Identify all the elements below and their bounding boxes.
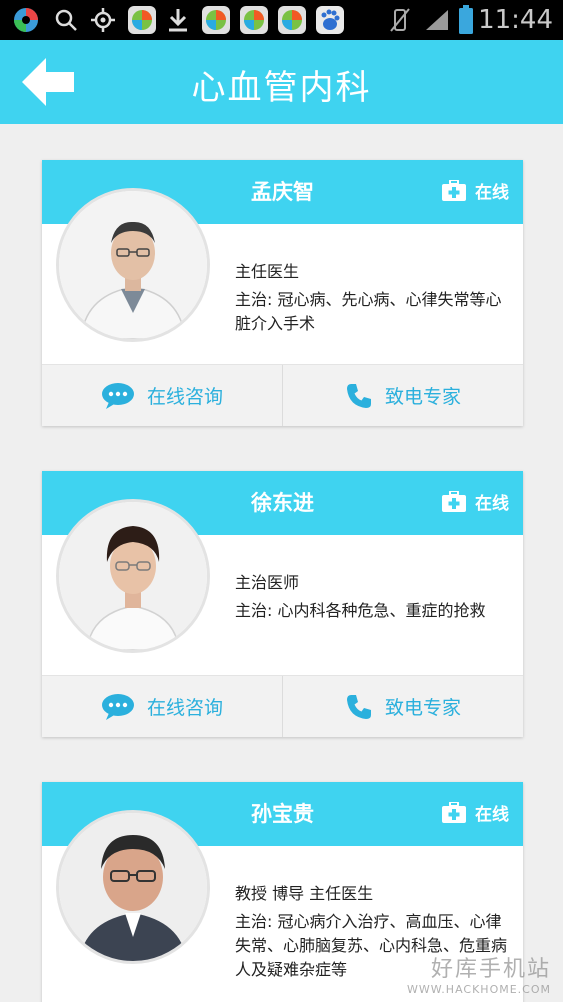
avatar [56, 499, 210, 653]
doctor-photo [59, 813, 207, 961]
medical-kit-icon [442, 490, 466, 512]
status-label: 在线 [475, 183, 509, 203]
doctor-specialty: 主治: 冠心病、先心病、心律失常等心脏介入手术 [235, 290, 502, 333]
app-pinwheel-icon [14, 8, 38, 32]
online-consult-button[interactable]: 在线咨询 [42, 676, 282, 737]
phone-icon [346, 694, 371, 719]
doctor-title: 主治医师 [235, 573, 300, 592]
status-label: 在线 [475, 805, 509, 825]
download-icon [169, 9, 187, 32]
battery-icon [459, 5, 473, 34]
doctor-photo [59, 191, 207, 339]
call-label: 致电专家 [384, 697, 461, 719]
online-consult-button[interactable]: 在线咨询 [42, 365, 282, 426]
watermark-text: 好库手机站 [430, 957, 551, 982]
card-actions: 在线咨询 致电专家 [42, 675, 523, 737]
medical-kit-icon [442, 179, 466, 201]
phone-icon [346, 383, 371, 408]
app-store-icon [240, 6, 268, 34]
page-title: 心血管内科 [191, 68, 372, 108]
chat-bubble-icon [101, 693, 134, 720]
avatar [56, 810, 210, 964]
doctor-photo [59, 502, 207, 650]
card-actions: 在线咨询 致电专家 [42, 364, 523, 426]
avatar [56, 188, 210, 342]
doctor-title: 主任医生 [235, 262, 300, 281]
signal-icon [426, 10, 448, 30]
baidu-icon [316, 6, 344, 34]
app-store-icon [202, 6, 230, 34]
call-expert-button[interactable]: 致电专家 [282, 365, 523, 426]
doctor-specialty: 主治: 心内科各种危急、重症的抢救 [235, 601, 486, 620]
consult-label: 在线咨询 [146, 386, 223, 408]
call-label: 致电专家 [384, 386, 461, 408]
app-store-icon [128, 6, 156, 34]
medical-kit-icon [442, 801, 466, 823]
watermark: 好库手机站 WWW.HACKHOME.COM [407, 951, 551, 996]
online-status: 在线 [441, 178, 509, 203]
doctor-card[interactable]: 孟庆智 在线 主任医生 主治: 冠心病、先心病、心律失常等心脏介入手术 在线咨询… [42, 160, 523, 426]
doctor-card[interactable]: 徐东进 在线 主治医师 主治: 心内科各种危急、重症的抢救 在线咨询 致电专家 [42, 471, 523, 737]
location-target-icon [91, 8, 115, 32]
online-status: 在线 [441, 800, 509, 825]
chat-bubble-icon [101, 382, 134, 409]
status-label: 在线 [475, 494, 509, 514]
watermark-url: WWW.HACKHOME.COM [406, 983, 551, 996]
consult-label: 在线咨询 [146, 697, 223, 719]
app-store-icon [278, 6, 306, 34]
call-expert-button[interactable]: 致电专家 [282, 676, 523, 737]
title-bar: 心血管内科 [0, 40, 563, 124]
doctor-title: 教授 博导 主任医生 [235, 884, 374, 903]
online-status: 在线 [441, 489, 509, 514]
search-icon [55, 9, 77, 31]
status-bar: 11:44 [0, 0, 563, 40]
vibrate-off-icon [390, 8, 410, 32]
clock: 11:44 [478, 5, 553, 35]
